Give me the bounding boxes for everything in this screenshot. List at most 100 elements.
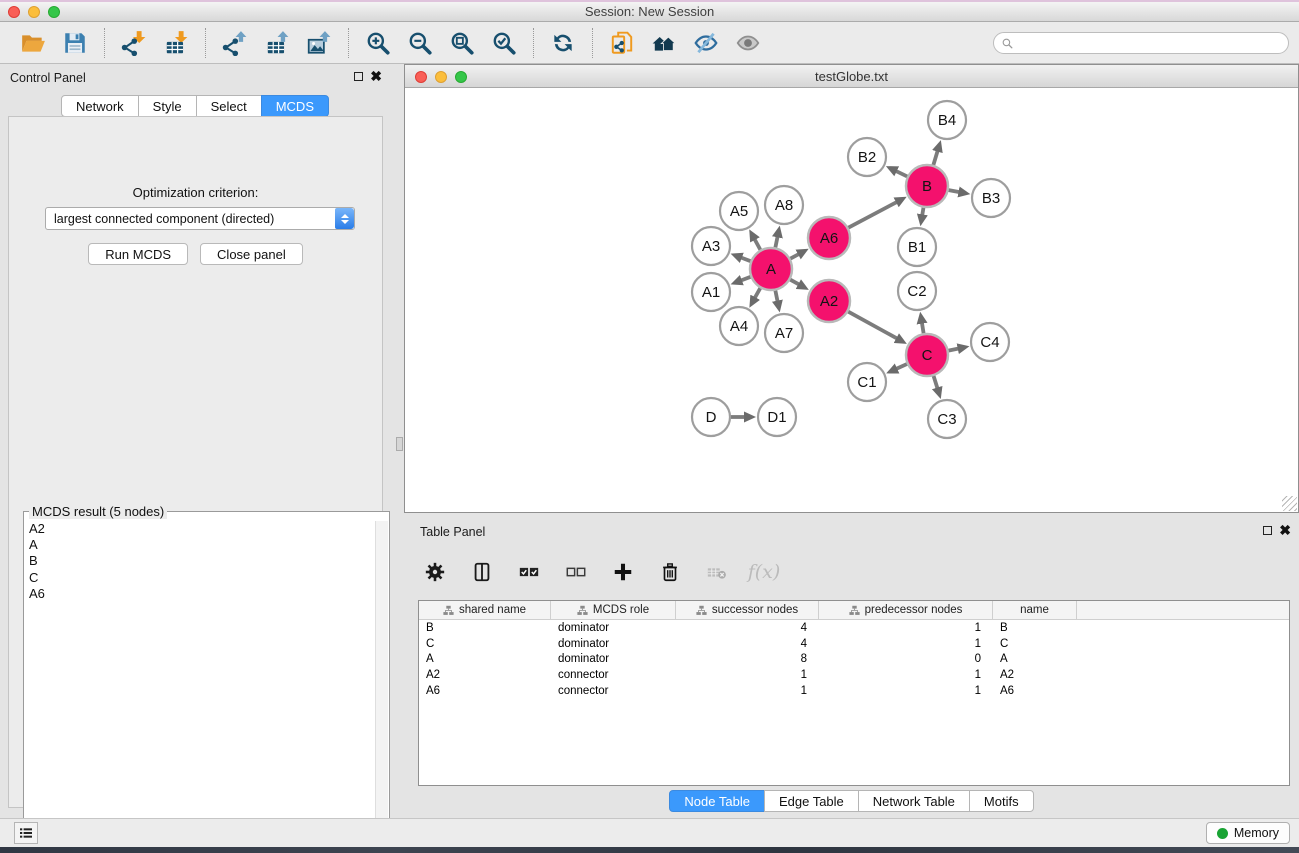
column-header-predecessor-nodes[interactable]: predecessor nodes [819,601,993,619]
criterion-selected-value: largest connected component (directed) [46,212,335,226]
graph-node-label-C4: C4 [980,334,999,351]
result-scrollbar[interactable] [375,521,388,850]
close-table-panel-icon[interactable]: ✖ [1279,524,1291,536]
zoom-out-icon[interactable] [405,28,435,58]
network-canvas[interactable]: AA1A2A3A4A5A6A7A8BB1B2B3B4CC1C2C3C4DD1 [405,88,1298,512]
resize-grip[interactable] [1282,496,1297,511]
application-window: Session: New Session Control Panel ✖ Net… [0,0,1299,853]
tab-mcds[interactable]: MCDS [261,95,329,117]
export-image-icon[interactable] [304,28,334,58]
optimization-criterion-label: Optimization criterion: [9,185,382,200]
table-cell: B [419,622,551,634]
graph-node-label-D: D [706,409,717,426]
memory-button[interactable]: Memory [1206,822,1290,844]
table-panel: Table Panel ✖ f(x) shared nameMCDS roles… [404,518,1299,818]
open-session-icon[interactable] [18,28,48,58]
table-cell: connector [551,669,676,681]
settings-icon[interactable] [420,557,450,587]
documents-share-icon[interactable] [607,28,637,58]
trash-icon[interactable] [655,557,685,587]
task-history-button[interactable] [14,822,38,844]
tab-select[interactable]: Select [196,95,262,117]
table-row[interactable]: A2connector11A2 [419,667,1289,683]
mcds-result-box: MCDS result (5 nodes) A2ABCA6 [23,511,390,852]
function-icon[interactable]: f(x) [749,557,779,587]
add-icon[interactable] [608,557,638,587]
eye-slash-icon[interactable] [691,28,721,58]
eye-icon[interactable] [733,28,763,58]
zoom-selected-icon[interactable] [489,28,519,58]
tab-style[interactable]: Style [138,95,197,117]
refresh-icon[interactable] [548,28,578,58]
result-list-item[interactable]: A6 [26,586,374,602]
column-header-name[interactable]: name [993,601,1077,619]
import-table-icon[interactable] [161,28,191,58]
workspace: Control Panel ✖ NetworkStyleSelectMCDS O… [0,64,1299,818]
tab-network[interactable]: Network [61,95,139,117]
table-cell: 4 [676,622,819,634]
float-table-panel-icon[interactable] [1263,526,1272,535]
zoom-fit-icon[interactable] [447,28,477,58]
close-panel-button[interactable]: Close panel [200,243,303,265]
table-row[interactable]: Bdominator41B [419,620,1289,636]
column-header-shared-name[interactable]: shared name [419,601,551,619]
graph-node-label-B2: B2 [858,149,876,166]
graph-node-label-C2: C2 [907,283,926,300]
result-list-item[interactable]: C [26,570,374,586]
table-row[interactable]: Adominator80A [419,652,1289,668]
tab-network-table[interactable]: Network Table [858,790,970,812]
tab-motifs[interactable]: Motifs [969,790,1034,812]
columns-icon[interactable] [467,557,497,587]
graph-node-label-A5: A5 [730,203,748,220]
graph-node-label-D1: D1 [767,409,786,426]
result-list-item[interactable]: A2 [26,521,374,537]
graph-node-label-B: B [922,178,932,195]
toolbar-separator [205,28,206,58]
result-list-item[interactable]: B [26,553,374,569]
graph-node-label-C3: C3 [937,411,956,428]
network-window-title: testGlobe.txt [405,69,1298,84]
criterion-select[interactable]: largest connected component (directed) [45,207,355,230]
save-session-icon[interactable] [60,28,90,58]
result-list-item[interactable]: A [26,537,374,553]
export-network-icon[interactable] [220,28,250,58]
graph-node-label-A7: A7 [775,325,793,342]
column-header-filler [1077,601,1289,619]
memory-status-dot [1217,828,1228,839]
table-cell: A2 [419,669,551,681]
float-panel-icon[interactable] [354,72,363,81]
run-mcds-button[interactable]: Run MCDS [88,243,188,265]
graph-edge-C-C3[interactable] [933,374,938,388]
hierarchy-icon [577,605,588,616]
double-home-icon[interactable] [649,28,679,58]
control-panel-tabs: NetworkStyleSelectMCDS [0,95,390,117]
table-cell: 1 [819,685,993,697]
graph-edge-A2-C[interactable] [847,311,898,339]
deselect-all-icon[interactable] [561,557,591,587]
close-panel-icon[interactable]: ✖ [370,70,382,82]
graph-edge-B-B4[interactable] [933,151,938,167]
table-cell: A [993,653,1077,665]
column-header-successor-nodes[interactable]: successor nodes [676,601,819,619]
import-network-icon[interactable] [119,28,149,58]
tab-node-table[interactable]: Node Table [669,790,765,812]
export-table-icon[interactable] [262,28,292,58]
table-cell: 8 [676,653,819,665]
select-all-icon[interactable] [514,557,544,587]
column-header-MCDS-role[interactable]: MCDS role [551,601,676,619]
graph-node-label-B4: B4 [938,112,956,129]
mcds-result-title: MCDS result (5 nodes) [29,504,167,519]
network-graph[interactable]: AA1A2A3A4A5A6A7A8BB1B2B3B4CC1C2C3C4DD1 [405,88,1298,512]
delete-table-icon[interactable] [702,557,732,587]
table-cell: C [993,638,1077,650]
tab-edge-table[interactable]: Edge Table [764,790,859,812]
table-row[interactable]: Cdominator41C [419,636,1289,652]
table-panel-title: Table Panel [420,525,485,539]
graph-edge-A6-B[interactable] [847,202,897,229]
zoom-in-icon[interactable] [363,28,393,58]
graph-node-label-A1: A1 [702,284,720,301]
table-row[interactable]: A6connector11A6 [419,683,1289,699]
splitter-handle[interactable] [396,437,403,451]
table-cell: 4 [676,638,819,650]
search-input[interactable] [1014,34,1288,52]
